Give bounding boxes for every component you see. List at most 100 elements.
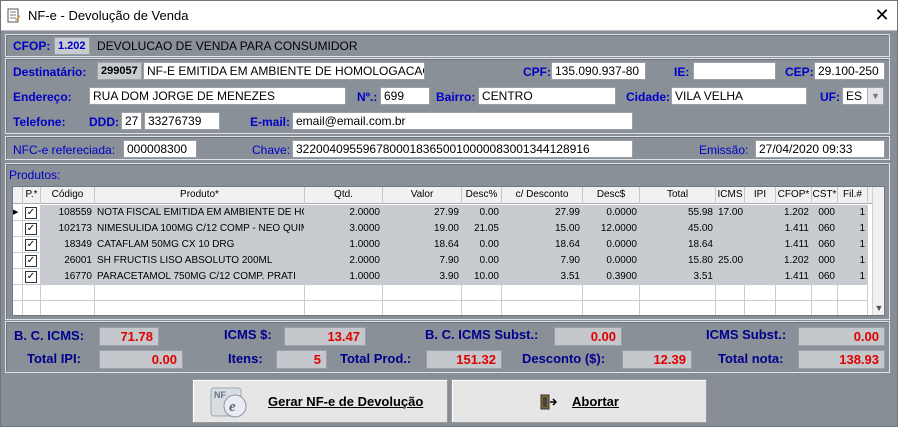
cell-cst[interactable]: 060 (812, 237, 838, 253)
bairro-field[interactable]: CENTRO (478, 87, 616, 105)
cell-produto[interactable] (95, 301, 305, 315)
cidade-field[interactable]: VILA VELHA (671, 87, 807, 105)
emissao-field[interactable]: 27/04/2020 09:33 (755, 140, 885, 158)
cell-desc-pct[interactable] (462, 301, 502, 315)
cell-fil[interactable] (838, 285, 868, 301)
cell-fil[interactable]: 1 (838, 237, 868, 253)
cell-valor[interactable]: 18.64 (383, 237, 462, 253)
row-select-cell[interactable] (23, 285, 41, 301)
cell-ipi[interactable] (745, 269, 776, 285)
cell-valor[interactable]: 3.90 (383, 269, 462, 285)
cell-cst[interactable] (812, 285, 838, 301)
row-select-cell[interactable]: ✓ (23, 253, 41, 269)
produtos-grid[interactable]: P.* Código Produto* Qtd. Valor Desc% c/ … (12, 186, 885, 316)
row-checkbox[interactable]: ✓ (25, 271, 37, 283)
col-cst[interactable]: CST* (812, 187, 838, 204)
cell-desc-val[interactable]: 0.3900 (583, 269, 640, 285)
cell-fil[interactable]: 1 (838, 205, 868, 221)
col-c-desconto[interactable]: c/ Desconto (502, 187, 583, 204)
cell-fil[interactable]: 1 (838, 221, 868, 237)
uf-select[interactable]: ES ▼ (842, 87, 884, 105)
col-valor[interactable]: Valor (383, 187, 462, 204)
close-button[interactable]: ✕ (867, 1, 897, 31)
col-ipi[interactable]: IPI (745, 187, 776, 204)
cell-desc-val[interactable] (583, 301, 640, 315)
row-select-cell[interactable]: ✓ (23, 205, 41, 221)
row-select-cell[interactable]: ✓ (23, 221, 41, 237)
row-select-cell[interactable]: ✓ (23, 237, 41, 253)
table-row[interactable] (13, 301, 873, 315)
chevron-down-icon[interactable]: ▼ (867, 88, 883, 104)
cell-codigo[interactable] (41, 301, 95, 315)
cell-ipi[interactable] (745, 221, 776, 237)
cell-total[interactable]: 15.80 (640, 253, 716, 269)
nfe-referenciada-field[interactable]: 000008300 (123, 140, 197, 158)
col-produto[interactable]: Produto* (95, 187, 305, 204)
col-desc-val[interactable]: Desc$ (583, 187, 640, 204)
cell-fil[interactable]: 1 (838, 253, 868, 269)
cell-total[interactable] (640, 301, 716, 315)
cell-c-desconto[interactable]: 3.51 (502, 269, 583, 285)
cell-ipi[interactable] (745, 237, 776, 253)
cell-desc-pct[interactable]: 0.00 (462, 237, 502, 253)
col-qtd[interactable]: Qtd. (305, 187, 383, 204)
cell-ipi[interactable] (745, 301, 776, 315)
destinatario-code[interactable]: 299057 (97, 62, 142, 80)
col-codigo[interactable]: Código (41, 187, 95, 204)
cell-cst[interactable]: 000 (812, 205, 838, 221)
cell-desc-pct[interactable]: 0.00 (462, 253, 502, 269)
cell-c-desconto[interactable]: 18.64 (502, 237, 583, 253)
cell-desc-val[interactable]: 12.0000 (583, 221, 640, 237)
table-row[interactable]: ✓ 26001 SH FRUCTIS LISO ABSOLUTO 200ML 2.00… (13, 253, 873, 269)
cell-total[interactable]: 3.51 (640, 269, 716, 285)
cell-cst[interactable]: 060 (812, 221, 838, 237)
cell-codigo[interactable]: 18349 (41, 237, 95, 253)
col-p[interactable]: P.* (23, 187, 41, 204)
cell-codigo[interactable]: 26001 (41, 253, 95, 269)
cell-qtd[interactable]: 1.0000 (305, 269, 383, 285)
cell-desc-pct[interactable]: 10.00 (462, 269, 502, 285)
email-field[interactable]: email@email.com.br (292, 112, 633, 130)
table-row[interactable] (13, 285, 873, 301)
cell-cfop[interactable]: 1.202 (776, 205, 812, 221)
destinatario-name[interactable]: NF-E EMITIDA EM AMBIENTE DE HOMOLOGACAO (143, 62, 425, 80)
row-select-cell[interactable]: ✓ (23, 269, 41, 285)
cell-c-desconto[interactable]: 7.90 (502, 253, 583, 269)
cell-codigo[interactable]: 102173 (41, 221, 95, 237)
cell-desc-pct[interactable]: 21.05 (462, 221, 502, 237)
cell-icms[interactable] (716, 301, 745, 315)
cell-ipi[interactable] (745, 285, 776, 301)
cell-codigo[interactable]: 16770 (41, 269, 95, 285)
table-row[interactable]: ✓ 16770 PARACETAMOL 750MG C/12 COMP. PRATI… (13, 269, 873, 285)
row-checkbox[interactable]: ✓ (25, 223, 37, 235)
cell-icms[interactable]: 25.00 (716, 253, 745, 269)
col-desc-pct[interactable]: Desc% (462, 187, 502, 204)
cell-total[interactable]: 45.00 (640, 221, 716, 237)
cell-c-desconto[interactable]: 15.00 (502, 221, 583, 237)
cell-valor[interactable]: 27.99 (383, 205, 462, 221)
cell-codigo[interactable]: 108559 (41, 205, 95, 221)
col-cfop[interactable]: CFOP* (776, 187, 812, 204)
cell-desc-pct[interactable] (462, 285, 502, 301)
cell-qtd[interactable]: 3.0000 (305, 221, 383, 237)
cell-icms[interactable]: 17.00 (716, 205, 745, 221)
ie-field[interactable] (693, 62, 776, 80)
numero-field[interactable]: 699 (380, 87, 430, 105)
cell-cfop[interactable]: 1.411 (776, 221, 812, 237)
cell-cst[interactable] (812, 301, 838, 315)
cell-cfop[interactable] (776, 301, 812, 315)
cell-desc-val[interactable]: 0.0000 (583, 237, 640, 253)
cell-cfop[interactable]: 1.411 (776, 237, 812, 253)
cell-desc-pct[interactable]: 0.00 (462, 205, 502, 221)
cell-cst[interactable]: 000 (812, 253, 838, 269)
cell-desc-val[interactable]: 0.0000 (583, 253, 640, 269)
cell-desc-val[interactable]: 0.0000 (583, 205, 640, 221)
row-checkbox[interactable]: ✓ (25, 255, 37, 267)
cell-produto[interactable]: PARACETAMOL 750MG C/12 COMP. PRATI (95, 269, 305, 285)
abortar-button[interactable]: Abortar (451, 379, 707, 423)
cell-qtd[interactable]: 2.0000 (305, 205, 383, 221)
endereco-field[interactable]: RUA DOM JORGE DE MENEZES (89, 87, 346, 105)
cell-valor[interactable]: 19.00 (383, 221, 462, 237)
cell-ipi[interactable] (745, 253, 776, 269)
gerar-nfe-button[interactable]: NF e Gerar NF-e de Devolução (192, 379, 448, 423)
